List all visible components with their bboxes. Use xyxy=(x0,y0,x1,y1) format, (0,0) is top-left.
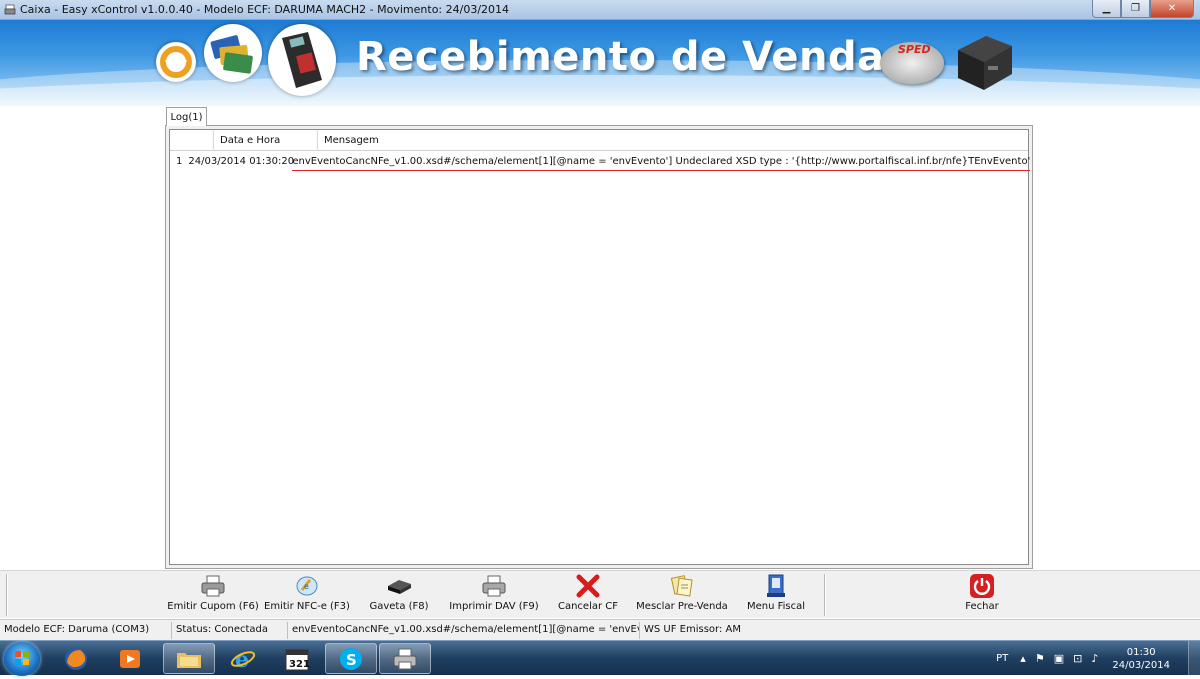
tab-body: Data e Hora Mensagem 1 24/03/2014 01:30:… xyxy=(165,125,1033,569)
internet-explorer-icon: e xyxy=(230,647,256,672)
table-row[interactable]: 1 24/03/2014 01:30:20 envEventoCancNFe_v… xyxy=(170,151,1031,171)
taskbar-calendar-321[interactable]: 321 xyxy=(271,643,323,674)
printer-icon xyxy=(482,575,506,597)
row-datetime: 24/03/2014 01:30:20 xyxy=(188,155,295,167)
menu-fiscal-label: Menu Fiscal xyxy=(746,601,806,612)
system-tray: PT ▴ ⚑ ▣ ⊡ ♪ 01:30 24/03/2014 xyxy=(996,641,1200,676)
cancel-x-icon xyxy=(576,574,600,598)
gaveta-button[interactable]: Gaveta (F8) xyxy=(361,573,437,617)
calendar-321-icon: 321 xyxy=(285,649,310,670)
taskbar-internet-explorer[interactable]: e xyxy=(217,643,269,674)
taskbar-media-player[interactable] xyxy=(104,643,156,674)
taskbar-file-explorer[interactable] xyxy=(163,643,215,674)
clock-date: 24/03/2014 xyxy=(1112,659,1170,671)
firefox-icon xyxy=(65,647,87,670)
calendar-label: 321 xyxy=(289,659,310,670)
taskbar-skype[interactable]: S xyxy=(325,643,377,674)
fiscal-printer-icon xyxy=(958,36,1012,90)
status-ws-uf: WS UF Emissor: AM xyxy=(644,623,741,635)
emitir-cupom-button[interactable]: Emitir Cupom (F6) xyxy=(167,573,259,617)
sped-label: SPED xyxy=(898,43,931,56)
row-message-text: envEventoCancNFe_v1.00.xsd#/schema/eleme… xyxy=(292,155,1031,171)
cancelar-cf-button[interactable]: Cancelar CF xyxy=(556,573,620,617)
volume-icon[interactable]: ♪ xyxy=(1091,652,1098,665)
taskbar-firefox[interactable] xyxy=(50,643,102,674)
start-button[interactable] xyxy=(4,642,40,676)
grid-header: Data e Hora Mensagem xyxy=(170,130,1028,151)
status-bar: Modelo ECF: Daruma (COM3) Status: Conect… xyxy=(0,619,1200,640)
gaveta-label: Gaveta (F8) xyxy=(369,601,429,612)
taskbar-printer-app[interactable] xyxy=(379,643,431,674)
cancelar-cf-label: Cancelar CF xyxy=(557,601,619,612)
status-connection: Status: Conectada xyxy=(172,621,288,639)
swirl-logo-icon xyxy=(160,46,192,78)
log-panel: Log(1) Data e Hora Mensagem 1 24/03/2014… xyxy=(165,107,1033,569)
cash-drawer-icon xyxy=(388,580,411,594)
emitir-nfce-label: Emitir NFC-e (F3) xyxy=(264,601,350,612)
log-grid[interactable]: Data e Hora Mensagem 1 24/03/2014 01:30:… xyxy=(169,129,1031,565)
window-title: Caixa - Easy xControl v1.0.0.40 - Modelo… xyxy=(20,3,510,16)
card-terminal-image xyxy=(268,24,336,96)
status-message: envEventoCancNFe_v1.00.xsd#/schema/eleme… xyxy=(288,621,640,639)
show-hidden-icons-icon[interactable]: ▴ xyxy=(1020,652,1026,665)
mesclar-pre-venda-button[interactable]: Mesclar Pre-Venda xyxy=(634,573,730,617)
tray-icons: ▴ ⚑ ▣ ⊡ ♪ xyxy=(1020,652,1098,665)
header-banner: Recebimento de Vendas SPED xyxy=(0,20,1200,106)
row-message: envEventoCancNFe_v1.00.xsd#/schema/eleme… xyxy=(286,155,1031,171)
windows-taskbar: e 321 S PT ▴ ⚑ ▣ ⊡ ♪ 01:30 24/03/2014 xyxy=(0,640,1200,676)
fechar-label: Fechar xyxy=(965,601,999,612)
fechar-button[interactable]: Fechar xyxy=(958,573,1006,617)
tab-log[interactable]: Log(1) xyxy=(166,107,207,126)
file-explorer-icon xyxy=(177,652,201,668)
row-index: 1 xyxy=(176,155,183,167)
svg-text:e: e xyxy=(235,647,249,672)
bottom-toolbar: Emitir Cupom (F6) e Emitir NFC-e (F3) Ga… xyxy=(0,570,1200,618)
menu-fiscal-button[interactable]: Menu Fiscal xyxy=(746,573,806,617)
nfce-icon: e xyxy=(296,576,318,596)
toolbar-separator xyxy=(6,574,8,616)
minimize-button[interactable]: ▁ xyxy=(1092,0,1121,18)
window-title-bar[interactable]: Caixa - Easy xControl v1.0.0.40 - Modelo… xyxy=(0,0,1200,20)
imprimir-dav-button[interactable]: Imprimir DAV (F9) xyxy=(448,573,540,617)
printer-app-icon xyxy=(4,4,16,14)
system-clock[interactable]: 01:30 24/03/2014 xyxy=(1112,646,1170,672)
column-header-message[interactable]: Mensagem xyxy=(318,130,1028,150)
credit-cards-icon xyxy=(210,35,253,74)
emitir-cupom-label: Emitir Cupom (F6) xyxy=(167,601,259,612)
imprimir-dav-label: Imprimir DAV (F9) xyxy=(449,601,539,612)
network-icon[interactable]: ⊡ xyxy=(1073,652,1082,665)
card-terminal-icon xyxy=(282,32,322,88)
mesclar-pre-venda-label: Mesclar Pre-Venda xyxy=(636,601,728,612)
status-model: Modelo ECF: Daruma (COM3) xyxy=(0,621,172,639)
printer-icon xyxy=(201,575,225,597)
power-icon xyxy=(970,574,994,598)
close-button[interactable]: ✕ xyxy=(1150,0,1194,18)
company-logo xyxy=(156,42,196,82)
skype-icon: S xyxy=(340,647,362,670)
column-header-datetime[interactable]: Data e Hora xyxy=(214,130,318,150)
window-controls: ▁ ❐ ✕ xyxy=(1092,0,1194,18)
language-indicator[interactable]: PT xyxy=(996,653,1008,664)
merge-documents-icon xyxy=(670,575,693,597)
windows-logo-icon xyxy=(15,651,29,665)
fiscal-book-icon xyxy=(767,574,785,597)
action-center-flag-icon[interactable]: ⚑ xyxy=(1035,652,1045,665)
media-player-icon xyxy=(120,649,140,668)
printer-app-icon xyxy=(393,648,417,669)
credit-cards-image xyxy=(204,24,262,82)
svg-text:S: S xyxy=(346,651,357,669)
emitir-nfce-button[interactable]: e Emitir NFC-e (F3) xyxy=(263,573,351,617)
toolbar-separator xyxy=(824,574,826,616)
clock-time: 01:30 xyxy=(1126,646,1156,658)
column-header-index[interactable] xyxy=(170,130,214,150)
tray-app-icon[interactable]: ▣ xyxy=(1054,652,1064,665)
svg-text:e: e xyxy=(304,582,309,591)
maximize-button[interactable]: ❐ xyxy=(1121,0,1150,18)
show-desktop-button[interactable] xyxy=(1188,641,1200,676)
banner-title: Recebimento de Vendas xyxy=(356,34,909,80)
